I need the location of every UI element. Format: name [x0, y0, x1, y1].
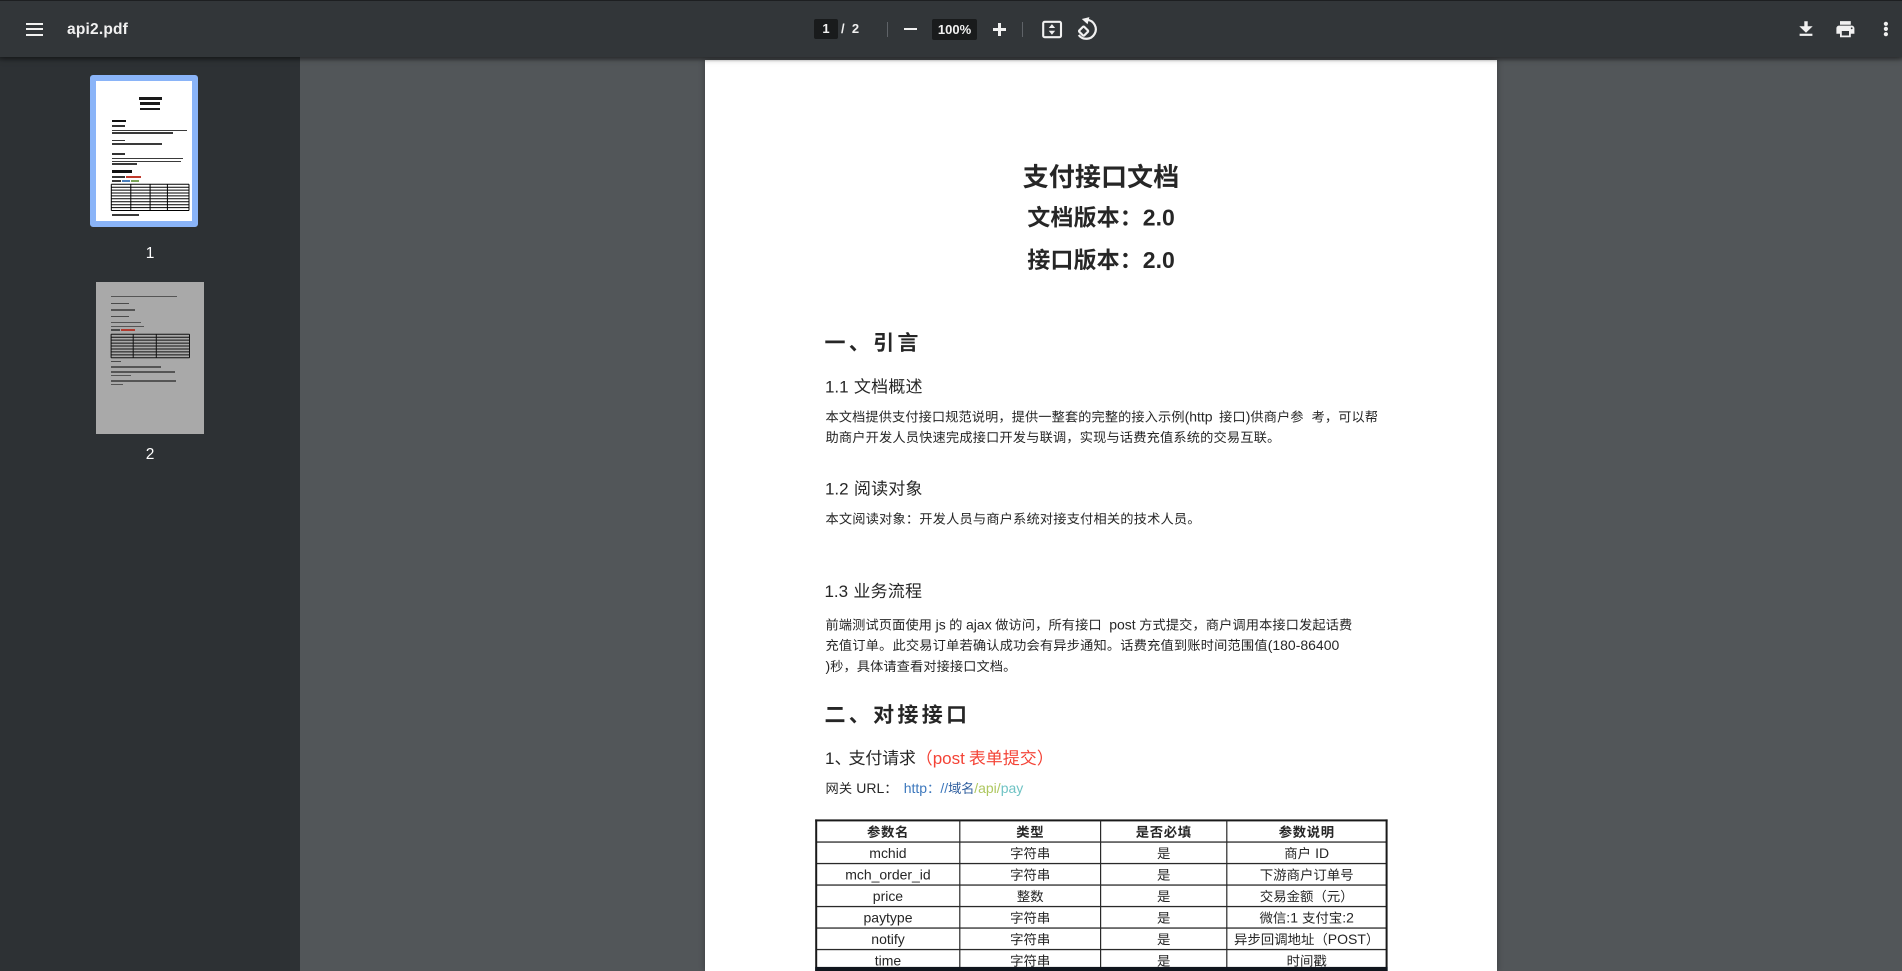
svg-text:1.2: 1.2 — [825, 480, 849, 499]
svg-text::1: :1 — [1286, 910, 1298, 926]
svg-text:time: time — [875, 953, 902, 969]
svg-text:1.1: 1.1 — [825, 378, 849, 397]
svg-text:http: http — [904, 780, 928, 796]
svg-text:mchid: mchid — [869, 845, 906, 861]
svg-text:ajax: ajax — [966, 617, 992, 633]
svg-text:/api/: /api/ — [974, 780, 1001, 796]
svg-text:post: post — [933, 749, 965, 768]
svg-text:1.3: 1.3 — [825, 582, 849, 601]
svg-text:2.0: 2.0 — [1143, 205, 1175, 231]
svg-text::2: :2 — [1342, 910, 1354, 926]
svg-text:ID: ID — [1315, 845, 1329, 861]
svg-text:notify: notify — [871, 931, 905, 947]
svg-text:price: price — [873, 888, 904, 904]
svg-text:1: 1 — [825, 749, 834, 768]
svg-text:): ) — [826, 658, 831, 674]
svg-text:): ) — [1246, 409, 1251, 425]
svg-text:(180-86400: (180-86400 — [1268, 637, 1340, 653]
svg-text:post: post — [1109, 617, 1136, 633]
svg-text:2.0: 2.0 — [1143, 247, 1175, 273]
svg-text:pay: pay — [1001, 780, 1024, 796]
svg-text://: // — [940, 780, 948, 796]
svg-text:URL: URL — [856, 780, 884, 796]
svg-text:js: js — [935, 617, 946, 633]
svg-text:paytype: paytype — [864, 910, 913, 926]
svg-text:POST: POST — [1328, 931, 1367, 947]
svg-text:(http: (http — [1185, 409, 1213, 425]
svg-text:mch_order_id: mch_order_id — [845, 867, 931, 883]
